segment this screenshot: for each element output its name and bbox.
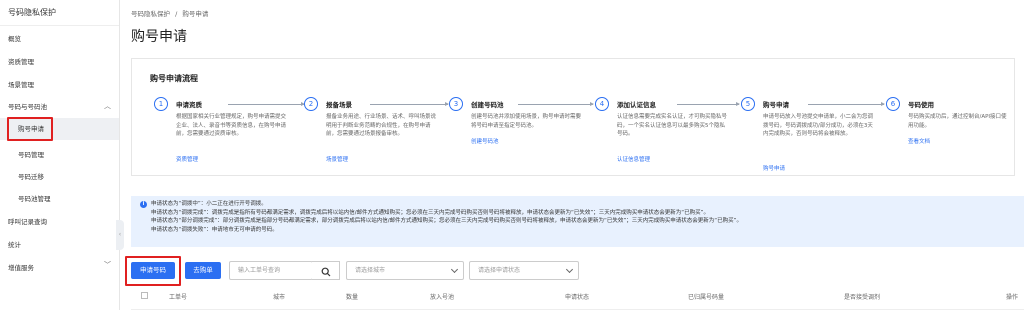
sidebar-title: 号码隐私保护	[0, 0, 119, 26]
highlight-box-apply	[125, 256, 181, 286]
step-description: 申请号码放入号池提交申请单，小二会为您调拨号码，号码调拨成功/部分成功，必须在3…	[763, 114, 874, 137]
sidebar-group-numbers[interactable]: 号码与号码池 ︿	[0, 101, 119, 111]
step-link[interactable]: 创建号码池	[471, 137, 499, 145]
sidebar-item-number-migration[interactable]: 号码迁移	[0, 171, 119, 181]
step-title: 报备场景	[326, 101, 352, 109]
breadcrumb: 号码隐私保护 / 购号申请	[131, 10, 209, 18]
step-number: 3	[449, 97, 463, 111]
search-icon	[321, 267, 330, 277]
notice-line: 申请状态为“调拨中”：小二正在进行开号调拨。	[151, 201, 267, 207]
arrow-icon	[228, 102, 305, 106]
select-all-checkbox[interactable]	[141, 292, 148, 299]
step-description: 根据国家相关行业管理规定，购号申请需提交企业、法人、录音书等资质信息，在购号申请…	[176, 114, 287, 137]
notice-line: 申请状态为“部分调拨完成”：部分调拨完成是指部分号码都满足需求，部分调拨完成后将…	[151, 218, 742, 225]
notice-line: 申请状态为“调拨完成”：调拨完成是指所有号码都满足需求，调拨完成后将以站内信/邮…	[151, 209, 709, 216]
go-buy-button[interactable]: 去购单	[185, 262, 221, 279]
sidebar-item-overview[interactable]: 概览	[0, 33, 119, 43]
breadcrumb-current: 购号申请	[182, 10, 209, 18]
step-description: 认证信息需要完成实名认证，才可购买隐私号码，一个实名认证信息可以最多购买5个隐私…	[617, 114, 728, 137]
step-number: 1	[154, 97, 168, 111]
column-header: 城市	[273, 294, 286, 301]
step-link[interactable]: 认证信息管理	[617, 155, 650, 163]
sidebar-item-stats[interactable]: 统计	[0, 239, 119, 249]
highlight-box-sidebar	[7, 117, 53, 141]
step-description: 报备业务用途、行业场景、话术、呼叫场景说明用于判断业务范畴的合规性，在购号申请前…	[326, 114, 437, 137]
chevron-down-icon	[565, 265, 574, 274]
step-title: 号码使用	[908, 101, 934, 109]
table-header: 工单号 城市 数量 放入号池 申请状态 已归属号码量 是否接受调剂 操作	[131, 290, 1024, 310]
step-link[interactable]: 购号申请	[763, 164, 785, 172]
chevron-down-icon	[450, 265, 459, 274]
flow-card: 购号申请流程 1 申请资质 根据国家相关行业管理规定，购号申请需提交企业、法人、…	[131, 58, 1015, 176]
sidebar-item-number-management[interactable]: 号码管理	[0, 149, 119, 159]
column-header: 数量	[346, 294, 359, 301]
column-header: 放入号池	[430, 294, 455, 301]
step-title: 创建号码池	[471, 101, 504, 109]
sidebar-item-pool-management[interactable]: 号码池管理	[0, 193, 119, 203]
chevron-up-icon: ︿	[104, 102, 111, 110]
info-icon: i	[140, 201, 147, 208]
breadcrumb-root[interactable]: 号码隐私保护	[131, 10, 170, 18]
sidebar-group-value-added[interactable]: 增值服务 ﹀	[0, 261, 119, 272]
sidebar: 号码隐私保护 概览 资质管理 场景管理 号码与号码池 ︿ 购号申请 号码管理 号…	[0, 0, 120, 310]
step-link[interactable]: 查看文档	[908, 137, 930, 145]
notice-line: 申请状态为“调拨失败”：申请地市无可申请的号码。	[151, 226, 278, 233]
step-link[interactable]: 资质管理	[176, 155, 198, 163]
step-number: 4	[595, 97, 609, 111]
sidebar-collapse-handle[interactable]: ‹	[116, 220, 124, 250]
step-link[interactable]: 场景管理	[326, 155, 348, 163]
column-header: 操作	[1006, 294, 1019, 301]
status-select[interactable]: 请选择申请状态	[469, 261, 579, 280]
sidebar-group-label: 号码与号码池	[8, 103, 47, 111]
search-button[interactable]	[312, 261, 340, 280]
column-header: 申请状态	[565, 294, 590, 301]
sidebar-item-call-records[interactable]: 呼叫记录查询	[0, 216, 119, 226]
step-description: 号码购买成功后，通过控制台/API接口使用功能。	[908, 114, 1007, 129]
arrow-icon	[518, 102, 594, 106]
step-number: 6	[886, 97, 900, 111]
step-title: 添加认证信息	[617, 101, 656, 109]
column-header: 工单号	[169, 294, 188, 301]
flow-title: 购号申请流程	[150, 74, 198, 83]
sidebar-group-label: 增值服务	[8, 264, 34, 272]
page-title: 购号申请	[131, 29, 187, 45]
step-number: 2	[304, 97, 318, 111]
step-number: 5	[741, 97, 755, 111]
status-notice: i 申请状态为“调拨中”：小二正在进行开号调拨。 申请状态为“调拨完成”：调拨完…	[131, 196, 1024, 247]
sidebar-item-scenes[interactable]: 场景管理	[0, 79, 119, 89]
arrow-icon	[808, 102, 885, 106]
step-title: 购号申请	[763, 101, 789, 109]
column-header: 是否接受调剂	[844, 294, 881, 301]
step-description: 创建号码池并添加使用场景，购号申请时需要将号码申请至指定号码池。	[471, 114, 582, 129]
sidebar-item-qualification[interactable]: 资质管理	[0, 56, 119, 66]
city-select[interactable]: 请选择城市	[346, 261, 464, 280]
arrow-icon	[370, 102, 449, 106]
column-header: 已归属号码量	[688, 294, 725, 301]
order-number-search-input[interactable]: 输入工单号查询	[229, 261, 313, 280]
arrow-icon	[677, 102, 740, 106]
chevron-down-icon: ﹀	[104, 261, 111, 269]
step-title: 申请资质	[176, 101, 202, 109]
